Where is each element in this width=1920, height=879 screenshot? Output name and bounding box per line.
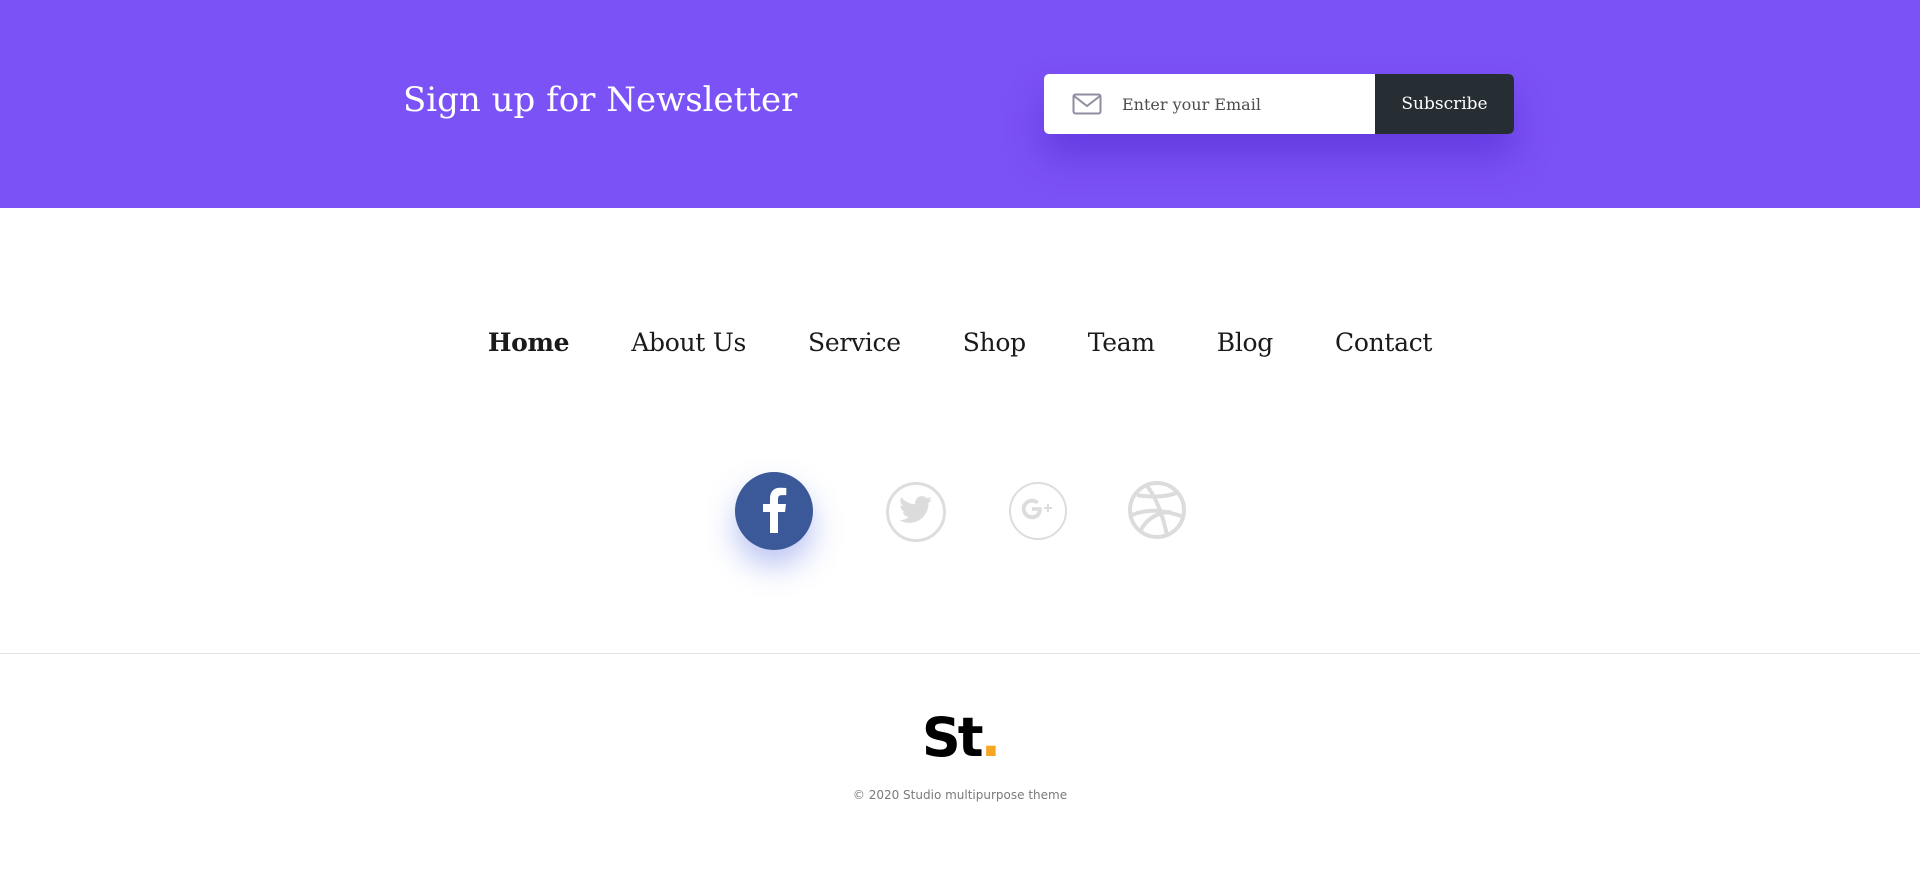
nav-link-home[interactable]: Home [488, 328, 570, 357]
envelope-icon [1072, 92, 1102, 116]
nav-link-service[interactable]: Service [808, 328, 901, 357]
facebook-icon [759, 485, 789, 537]
brand-logo-text: St [921, 706, 984, 769]
social-links [0, 472, 1920, 552]
newsletter-title: Sign up for Newsletter [403, 80, 798, 120]
copyright-text: © 2020 Studio multipurpose theme [852, 788, 1068, 802]
google-plus-icon [1021, 497, 1055, 525]
newsletter-section: Sign up for Newsletter Subscribe [0, 0, 1920, 208]
nav-link-about-us[interactable]: About Us [631, 328, 746, 357]
google-plus-button[interactable] [1009, 482, 1067, 540]
brand-logo-dot: . [980, 706, 1001, 769]
dribbble-icon [1127, 480, 1187, 544]
email-input[interactable] [1122, 84, 1372, 124]
footer-nav: Home About Us Service Shop Team Blog Con… [0, 322, 1920, 362]
facebook-button[interactable] [735, 472, 813, 550]
subscribe-form: Subscribe [1044, 74, 1514, 134]
nav-link-team[interactable]: Team [1088, 328, 1155, 357]
nav-link-shop[interactable]: Shop [963, 328, 1026, 357]
brand-logo[interactable]: St. [0, 708, 1920, 768]
twitter-button[interactable] [886, 482, 946, 542]
twitter-icon [898, 496, 933, 528]
nav-link-contact[interactable]: Contact [1335, 328, 1432, 357]
footer-divider [0, 653, 1920, 654]
nav-link-blog[interactable]: Blog [1217, 328, 1274, 357]
dribbble-button[interactable] [1127, 480, 1187, 544]
subscribe-button[interactable]: Subscribe [1375, 74, 1514, 134]
